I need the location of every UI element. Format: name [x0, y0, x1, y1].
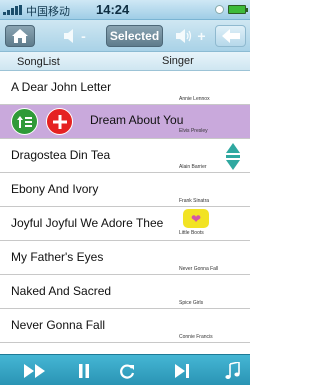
carrier-name: 中国移动 — [26, 6, 70, 18]
status-time: 14:24 — [96, 2, 130, 17]
repeat-button[interactable] — [115, 359, 139, 382]
song-singer: Spice Girls — [179, 300, 204, 306]
music-list-icon — [225, 361, 240, 379]
selected-button[interactable]: Selected — [106, 25, 163, 47]
status-bar: 中国移动 14:24 — [0, 0, 250, 20]
song-singer: Annie Lennox — [179, 96, 210, 102]
home-icon — [12, 29, 28, 43]
song-row[interactable]: Ebony And Ivory Frank Sinatra — [0, 173, 250, 207]
speaker-minus-icon — [64, 29, 74, 43]
skip-next-icon — [175, 363, 189, 378]
favorite-button[interactable]: ❤ — [183, 209, 209, 228]
song-row[interactable]: Never Gonna Fall Connie Francis — [0, 309, 250, 343]
skip-next-button[interactable] — [170, 359, 194, 382]
song-title: Never Gonna Fall — [11, 318, 106, 332]
pause-icon — [79, 363, 89, 378]
fast-forward-button[interactable] — [20, 359, 50, 382]
back-button[interactable] — [215, 25, 246, 47]
heart-icon: ❤ — [190, 211, 202, 226]
repeat-icon — [120, 363, 135, 379]
volume-down-button[interactable]: - — [54, 25, 94, 47]
volume-down-label: - — [81, 28, 86, 44]
song-title: Joyful Joyful We Adore Thee — [11, 216, 164, 230]
fast-forward-icon — [24, 363, 45, 378]
song-title: Dragostea Din Tea — [11, 148, 111, 162]
song-singer: Elvis Presley — [179, 128, 208, 134]
battery-icon — [228, 5, 248, 14]
song-row[interactable]: Joyful Joyful We Adore Thee Little Boots… — [0, 207, 250, 241]
song-title: Naked And Sacred — [11, 284, 112, 298]
volume-up-label: + — [197, 28, 205, 44]
signal-icon — [3, 5, 25, 15]
move-up-list-icon — [16, 115, 32, 128]
home-button[interactable] — [5, 25, 35, 47]
playlist-button[interactable] — [221, 359, 245, 382]
list-header: SongList Singer — [0, 52, 250, 71]
song-row[interactable]: My Father's Eyes Never Gonna Fall — [0, 241, 250, 275]
toolbar: - Selected + — [0, 20, 250, 52]
volume-up-button[interactable]: + — [170, 25, 210, 47]
speaker-plus-icon — [176, 29, 192, 43]
song-row-selected[interactable]: Dream About You Elvis Presley — [0, 105, 250, 139]
add-button[interactable] — [46, 108, 73, 135]
sync-icon — [215, 5, 224, 14]
song-singer: Connie Francis — [179, 334, 213, 340]
scroll-handle-icon[interactable] — [225, 143, 241, 170]
player-controls — [0, 354, 250, 385]
song-row[interactable]: Dragostea Din Tea Alain Barrier — [0, 139, 250, 173]
move-to-top-button[interactable] — [11, 108, 38, 135]
song-title: A Dear John Letter — [11, 80, 112, 94]
song-list: A Dear John Letter Annie Lennox Dream Ab… — [0, 71, 250, 354]
song-singer: Frank Sinatra — [179, 198, 210, 204]
song-singer: Never Gonna Fall — [179, 266, 219, 272]
song-title: Ebony And Ivory — [11, 182, 99, 196]
song-row[interactable]: Naked And Sacred Spice Girls — [0, 275, 250, 309]
back-arrow-icon — [221, 29, 240, 43]
song-title: My Father's Eyes — [11, 250, 104, 264]
pause-button[interactable] — [72, 359, 96, 382]
song-title: Dream About You — [90, 113, 184, 127]
song-row[interactable]: A Dear John Letter Annie Lennox — [0, 71, 250, 105]
song-singer: Little Boots — [179, 230, 204, 236]
songlist-column-header: SongList — [17, 56, 60, 68]
song-singer: Alain Barrier — [179, 164, 207, 170]
plus-icon — [52, 114, 67, 129]
singer-column-header: Singer — [162, 55, 194, 67]
